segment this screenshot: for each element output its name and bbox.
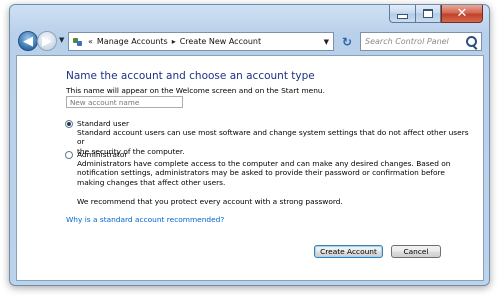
- recent-pages-dropdown[interactable]: ▼: [59, 36, 64, 44]
- account-name-field[interactable]: [66, 96, 183, 108]
- standard-user-description: Standard account users can use most soft…: [77, 128, 469, 156]
- standard-user-radio[interactable]: [65, 119, 73, 128]
- search-input[interactable]: Search Control Panel: [360, 32, 482, 51]
- breadcrumb-manage-accounts[interactable]: Manage Accounts: [97, 37, 168, 46]
- name-hint: This name will appear on the Welcome scr…: [66, 86, 325, 95]
- administrator-option[interactable]: Administrator: [65, 150, 127, 159]
- content-pane: Name the account and choose an account t…: [16, 55, 484, 281]
- cancel-button[interactable]: Cancel: [391, 245, 441, 258]
- breadcrumb-separator[interactable]: ▸: [172, 37, 176, 46]
- minimize-icon: [397, 14, 408, 19]
- close-button[interactable]: ✕: [441, 5, 483, 23]
- refresh-button[interactable]: ↻: [338, 32, 356, 51]
- standard-user-option[interactable]: Standard user: [65, 119, 129, 128]
- password-recommendation: We recommend that you protect every acco…: [77, 197, 343, 206]
- control-panel-window: ✕ ◀ ▶ ▼ « Manage Accounts ▸ Create New A…: [9, 4, 490, 286]
- administrator-label[interactable]: Administrator: [77, 150, 127, 159]
- administrator-description: Administrators have complete access to t…: [77, 159, 451, 187]
- maximize-icon: [423, 9, 433, 18]
- maximize-button[interactable]: [415, 5, 441, 23]
- refresh-icon: ↻: [341, 34, 353, 49]
- standard-user-label[interactable]: Standard user: [77, 119, 129, 128]
- standard-account-help-link[interactable]: Why is a standard account recommended?: [66, 215, 224, 224]
- page-title: Name the account and choose an account t…: [66, 70, 315, 82]
- close-icon: ✕: [456, 6, 468, 21]
- back-button[interactable]: ◀: [18, 31, 38, 51]
- address-bar[interactable]: « Manage Accounts ▸ Create New Account ▼: [68, 32, 334, 51]
- caption-buttons: ✕: [389, 5, 483, 23]
- search-icon[interactable]: [466, 36, 477, 47]
- back-arrow-icon: ◀: [23, 33, 33, 49]
- forward-button[interactable]: ▶: [37, 31, 57, 51]
- breadcrumb-create-new-account[interactable]: Create New Account: [180, 37, 261, 46]
- address-dropdown-icon[interactable]: ▼: [324, 38, 329, 46]
- breadcrumb-overflow[interactable]: «: [88, 37, 93, 46]
- search-placeholder: Search Control Panel: [365, 37, 449, 46]
- minimize-button[interactable]: [389, 5, 415, 23]
- forward-arrow-icon: ▶: [42, 33, 52, 49]
- create-account-button[interactable]: Create Account: [314, 245, 383, 258]
- control-panel-icon: [72, 36, 84, 48]
- administrator-radio[interactable]: [65, 150, 73, 159]
- navigation-toolbar: ◀ ▶ ▼ « Manage Accounts ▸ Create New Acc…: [16, 30, 484, 55]
